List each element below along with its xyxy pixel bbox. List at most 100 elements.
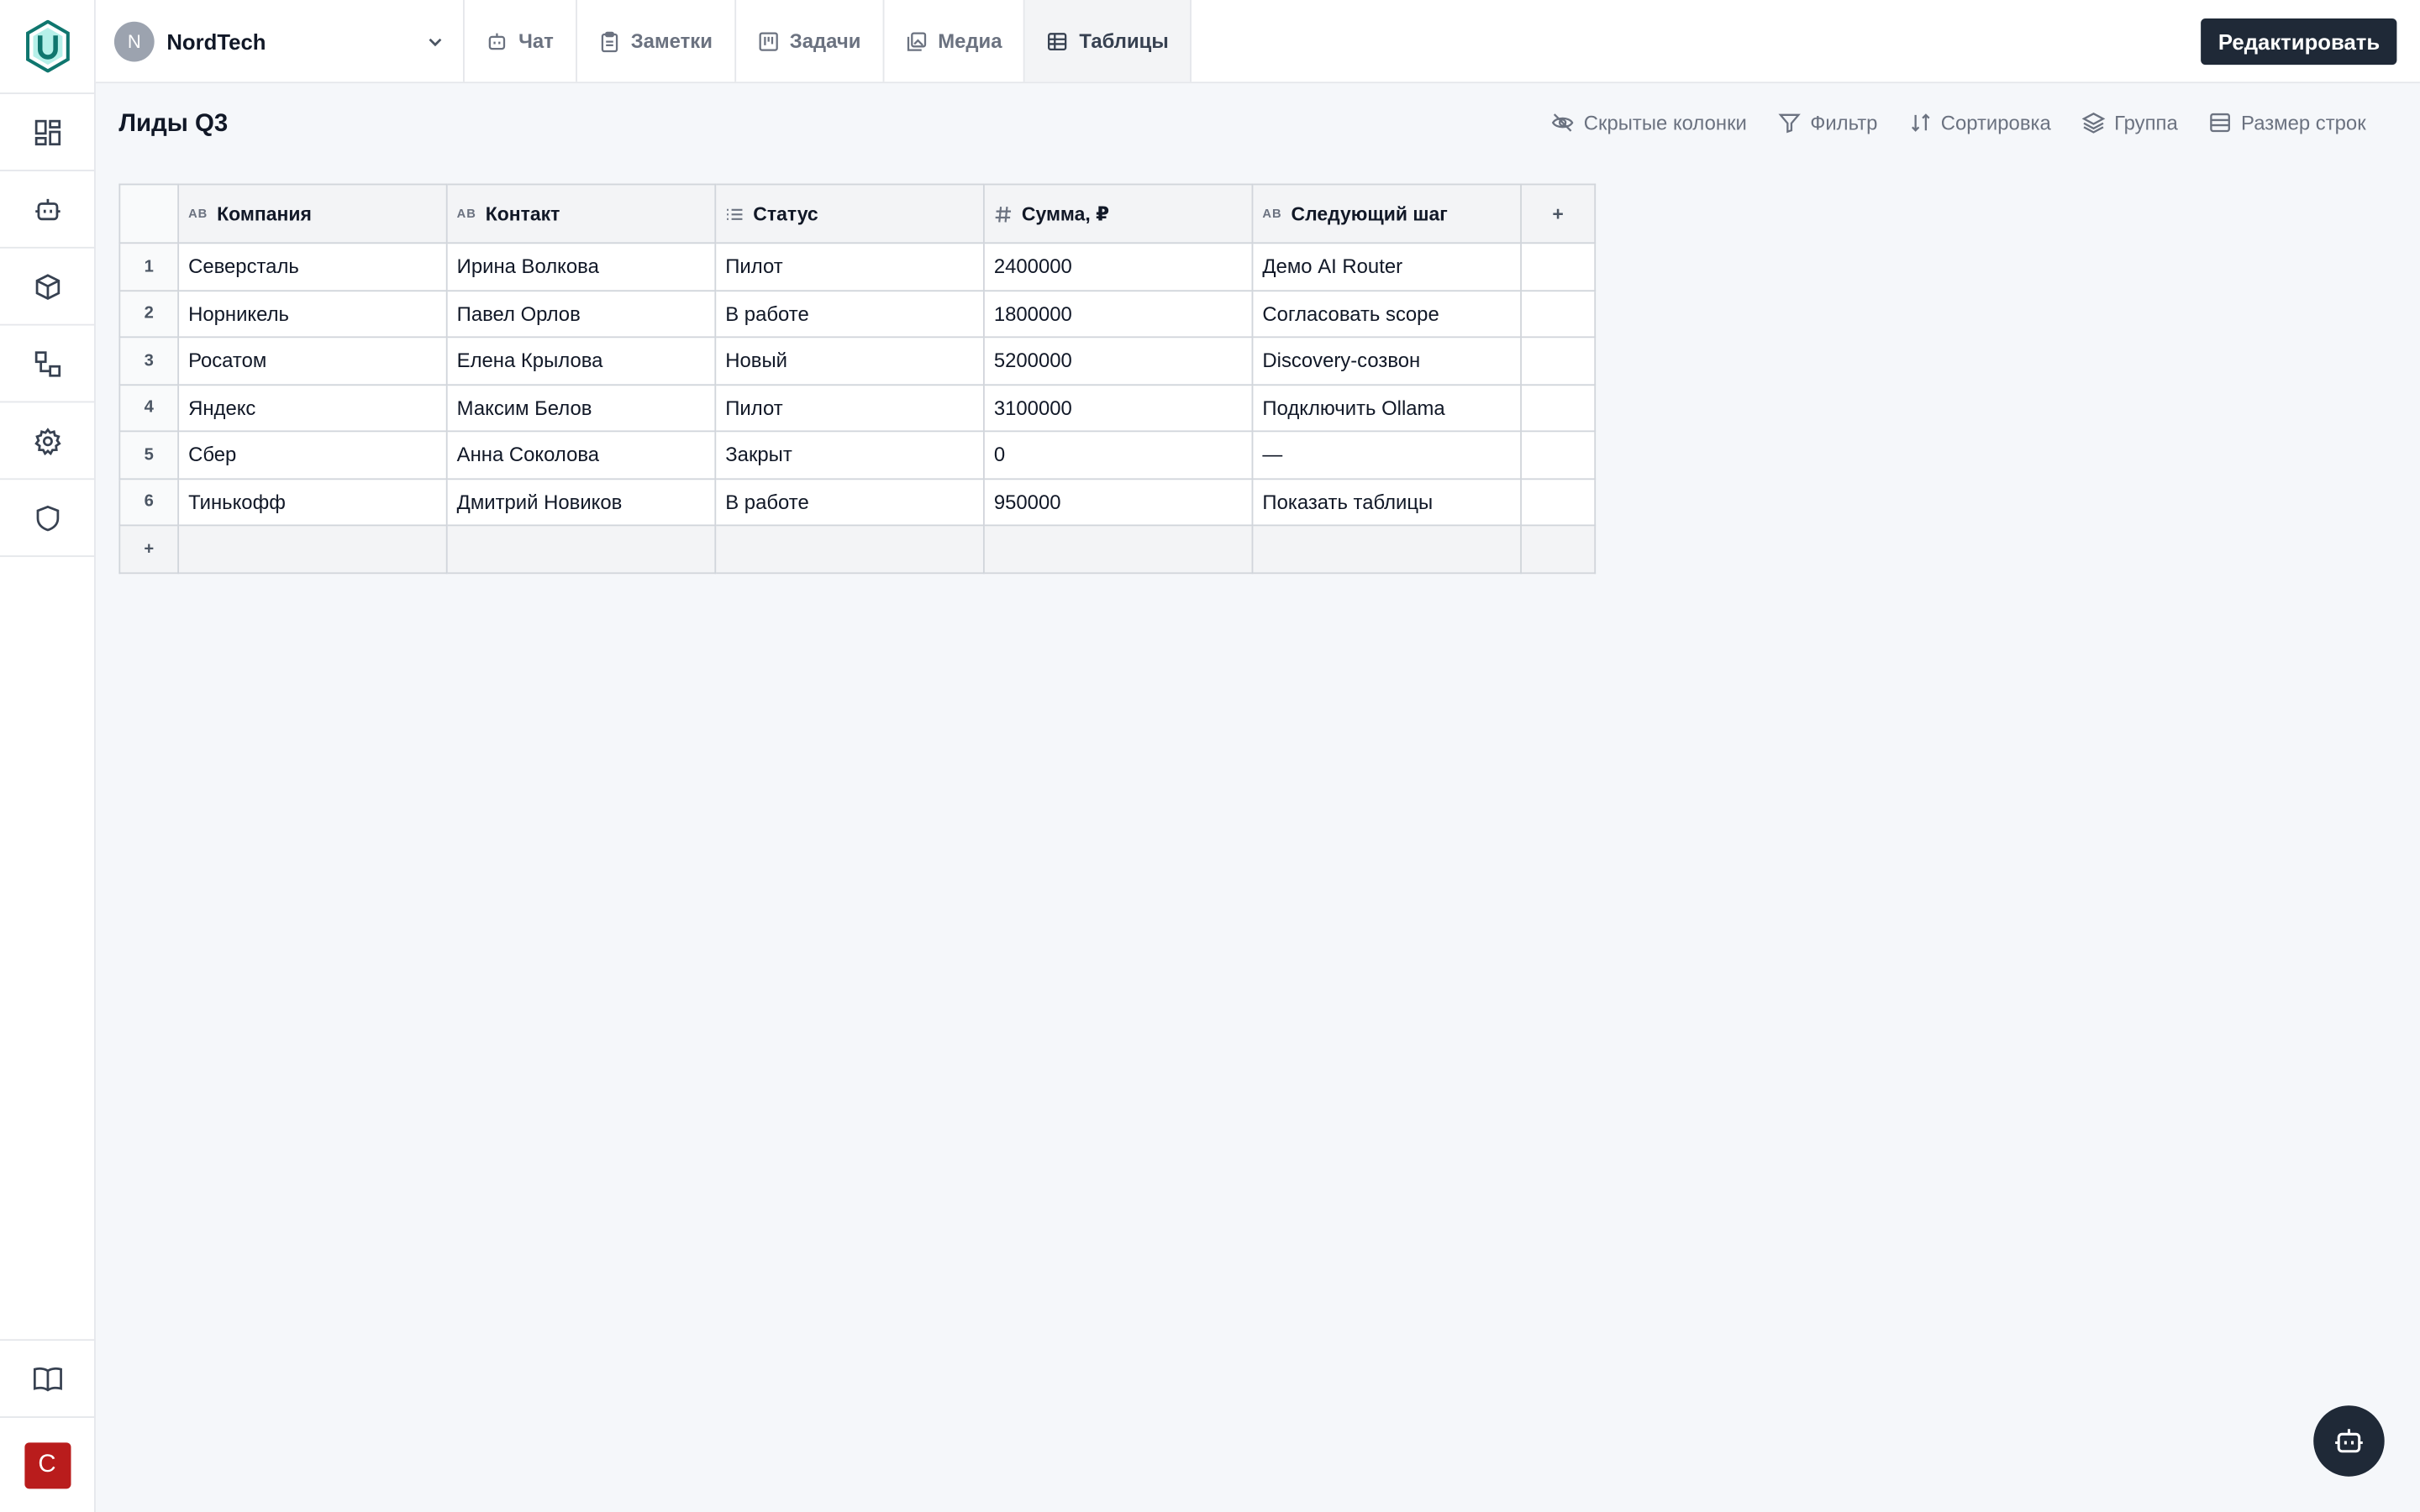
media-icon xyxy=(907,31,926,50)
row-size-button[interactable]: Размер строк xyxy=(2208,111,2366,134)
table-cell[interactable]: Показать таблицы xyxy=(1251,477,1522,527)
filter-icon xyxy=(1778,113,1801,134)
tab-label: Задачи xyxy=(789,29,861,53)
table-row[interactable]: 6 Тинькофф Дмитрий Новиков В работе 950000 По… xyxy=(118,477,1597,527)
add-row-button[interactable]: + xyxy=(118,524,180,574)
workspace-selector[interactable]: N NordTech xyxy=(96,0,465,82)
sidebar-item-models[interactable] xyxy=(0,249,95,326)
table-cell[interactable]: Новый xyxy=(714,336,985,386)
table-cell[interactable]: Discovery-созвон xyxy=(1251,336,1522,386)
tab-chat[interactable]: Чат xyxy=(465,0,577,82)
gear-icon xyxy=(34,427,60,454)
sidebar-item-user[interactable]: C xyxy=(0,1416,95,1512)
empty-cell xyxy=(445,524,717,574)
edit-button[interactable]: Редактировать xyxy=(2201,18,2397,66)
table-cell[interactable]: Яндекс xyxy=(177,383,448,433)
data-table: AB Компания AB Контакт Статус Сумма, ₽ AB С… xyxy=(118,183,1597,574)
column-header-next-step[interactable]: AB Следующий шаг xyxy=(1251,183,1522,244)
sidebar-item-settings[interactable] xyxy=(0,402,95,480)
header-row: AB Компания AB Контакт Статус Сумма, ₽ AB С… xyxy=(118,183,1597,244)
table-cell[interactable]: Павел Орлов xyxy=(445,289,717,339)
table-cell[interactable]: Подключить Ollama xyxy=(1251,383,1522,433)
empty-cell xyxy=(1520,336,1597,386)
column-header-contact[interactable]: AB Контакт xyxy=(445,183,717,244)
empty-cell xyxy=(714,524,985,574)
table-cell[interactable]: Северсталь xyxy=(177,242,448,291)
tab-label: Чат xyxy=(518,29,554,53)
row-number: 4 xyxy=(118,383,180,433)
sidebar-item-docs[interactable] xyxy=(0,1339,95,1416)
add-row[interactable]: + xyxy=(118,524,1597,574)
sidebar-item-security[interactable] xyxy=(0,480,95,558)
row-number: 5 xyxy=(118,430,180,480)
text-type-icon: AB xyxy=(188,207,208,221)
table-row[interactable]: 4 Яндекс Максим Белов Пилот 3100000 Подключит… xyxy=(118,383,1597,433)
table-icon xyxy=(1048,32,1067,50)
table-cell[interactable]: 950000 xyxy=(982,477,1254,527)
notes-icon xyxy=(601,30,618,52)
table-cell[interactable]: Закрыт xyxy=(714,430,985,480)
tab-tables[interactable]: Таблицы xyxy=(1025,0,1192,82)
chat-bot-icon xyxy=(488,32,506,50)
tab-notes[interactable]: Заметки xyxy=(576,0,736,82)
table-cell[interactable]: Согласовать scope xyxy=(1251,289,1522,339)
row-height-icon xyxy=(2210,113,2231,133)
table-cell[interactable]: Дмитрий Новиков xyxy=(445,477,717,527)
column-header-amount[interactable]: Сумма, ₽ xyxy=(982,183,1254,244)
text-type-icon: AB xyxy=(456,207,476,221)
column-header-company[interactable]: AB Компания xyxy=(177,183,448,244)
table-cell[interactable]: Норникель xyxy=(177,289,448,339)
table-cell[interactable]: Росатом xyxy=(177,336,448,386)
table-cell[interactable]: 1800000 xyxy=(982,289,1254,339)
table-cell[interactable]: Ирина Волкова xyxy=(445,242,717,291)
table-cell[interactable]: Сбер xyxy=(177,430,448,480)
table-row[interactable]: 5 Сбер Анна Соколова Закрыт 0— xyxy=(118,430,1597,480)
hidden-columns-button[interactable]: Скрытые колонки xyxy=(1551,111,1747,134)
table-cell[interactable]: Пилот xyxy=(714,383,985,433)
eye-off-icon xyxy=(1552,113,1574,132)
table-cell[interactable]: Елена Крылова xyxy=(445,336,717,386)
empty-cell xyxy=(1520,289,1597,339)
column-header-status[interactable]: Статус xyxy=(714,183,985,244)
table-row[interactable]: 1 Северсталь Ирина Волкова Пилот 2400000 Демо… xyxy=(118,242,1597,291)
hash-type-icon xyxy=(995,206,1012,222)
sidebar-item-bots[interactable] xyxy=(0,171,95,249)
empty-cell xyxy=(1520,477,1597,527)
group-button[interactable]: Группа xyxy=(2081,111,2178,134)
table-cell[interactable]: — xyxy=(1251,430,1522,480)
sort-button[interactable]: Сортировка xyxy=(1908,111,2051,134)
table-cell[interactable]: 3100000 xyxy=(982,383,1254,433)
add-column-button[interactable]: + xyxy=(1520,183,1597,244)
table-cell[interactable]: 5200000 xyxy=(982,336,1254,386)
app-logo[interactable] xyxy=(0,0,95,95)
layers-icon xyxy=(2081,113,2106,134)
filter-button[interactable]: Фильтр xyxy=(1778,111,1877,134)
table-row[interactable]: 3 Росатом Елена Крылова Новый 5200000 Discove… xyxy=(118,336,1597,386)
tab-label: Заметки xyxy=(630,29,713,53)
column-label: Следующий шаг xyxy=(1291,202,1448,225)
table-cell[interactable]: Максим Белов xyxy=(445,383,717,433)
column-label: Статус xyxy=(753,202,818,225)
table-cell[interactable]: В работе xyxy=(714,477,985,527)
table-cell[interactable]: Анна Соколова xyxy=(445,430,717,480)
user-avatar[interactable]: C xyxy=(24,1441,71,1488)
table-cell[interactable]: Пилот xyxy=(714,242,985,291)
tab-label: Медиа xyxy=(938,29,1002,53)
top-bar: N NordTech Чат Заметки Задачи Медиа Табл… xyxy=(95,0,2420,84)
empty-cell xyxy=(1520,524,1597,574)
table-row[interactable]: 2 Норникель Павел Орлов В работе 1800000 Согл… xyxy=(118,289,1597,339)
table-cell[interactable]: В работе xyxy=(714,289,985,339)
tab-media[interactable]: Медиа xyxy=(884,0,1026,82)
table-cell[interactable]: Тинькофф xyxy=(177,477,448,527)
workspace-avatar: N xyxy=(113,20,155,61)
table-cell[interactable]: 2400000 xyxy=(982,242,1254,291)
sidebar-item-workflows[interactable] xyxy=(0,326,95,403)
sidebar-item-dashboard[interactable] xyxy=(0,94,95,171)
table-cell[interactable]: Демо AI Router xyxy=(1251,242,1522,291)
row-number: 3 xyxy=(118,336,180,386)
table-cell[interactable]: 0 xyxy=(982,430,1254,480)
chevron-down-icon xyxy=(429,37,442,46)
assistant-button[interactable] xyxy=(2313,1405,2385,1477)
sort-icon xyxy=(1911,113,1929,132)
tab-tasks[interactable]: Задачи xyxy=(735,0,884,82)
